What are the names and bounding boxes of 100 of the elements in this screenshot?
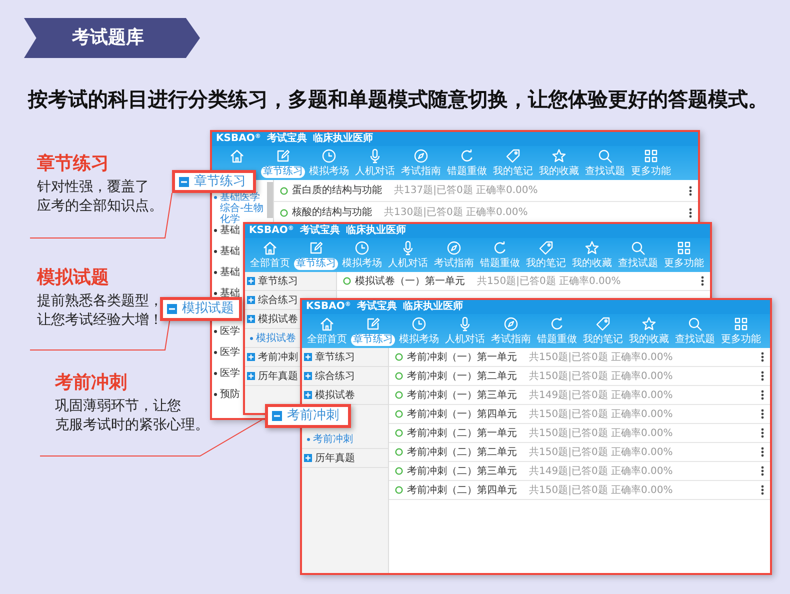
sidebar-item[interactable]: 预防	[212, 389, 240, 400]
nav-tab[interactable]: 章节练习	[294, 258, 338, 270]
sidebar-item[interactable]: 章节练习	[245, 276, 298, 286]
exam-subject: 临床执业医师	[346, 224, 406, 238]
exercise-stats: 共150题|已答0题 正确率0.00%	[529, 446, 673, 460]
nav-tab[interactable]: 我的收藏	[537, 166, 581, 178]
sidebar-item[interactable]: 基础	[212, 246, 240, 257]
exercise-title[interactable]: 考前冲刺（二）第一单元	[407, 426, 517, 440]
feature-description: 针对性强，覆盖了 应考的全部知识点。	[37, 178, 163, 216]
exercise-stats: 共150题|已答0题 正确率0.00%	[529, 350, 673, 364]
nav-tab[interactable]: 考试指南	[489, 334, 533, 346]
brand-name: KSBAO$^{®}$	[249, 224, 294, 238]
nav-tab[interactable]: 更多功能	[719, 334, 763, 346]
sidebar-item[interactable]: 考前冲刺	[302, 434, 353, 444]
sidebar-label: 基础	[220, 225, 240, 236]
sidebar-item[interactable]: 模拟试卷	[302, 390, 355, 400]
nav-tab[interactable]: 更多功能	[629, 166, 673, 178]
sidebar-item[interactable]: 考前冲刺	[245, 352, 298, 362]
nav-tab[interactable]: 考试指南	[399, 166, 443, 178]
nav-tab[interactable]: 我的收藏	[570, 258, 614, 270]
exercise-stats: 共149题|已答0题 正确率0.00%	[529, 464, 673, 478]
nav-tab[interactable]: 错题重做	[478, 258, 522, 270]
brand-name: KSBAO$^{®}$	[216, 132, 261, 146]
exercise-title[interactable]: 考前冲刺（二）第三单元	[407, 464, 517, 478]
sidebar-label: 章节练习	[258, 276, 298, 286]
nav-tab[interactable]: 章节练习	[351, 334, 395, 346]
exercise-title[interactable]: 核酸的结构与功能	[292, 205, 372, 220]
sidebar-item[interactable]: 医学	[212, 347, 240, 358]
exercise-title[interactable]: 考前冲刺（二）第二单元	[407, 444, 517, 460]
sidebar-label: 综合练习	[258, 294, 298, 306]
sidebar-label: 医学	[220, 326, 240, 337]
feature-tag-label: 章节练习	[194, 172, 246, 191]
sidebar-label: 考前冲刺	[313, 434, 353, 444]
nav-tab[interactable]: 错题重做	[535, 334, 579, 346]
brand-name: KSBAO$^{®}$	[306, 300, 351, 314]
sidebar-label: 基础	[220, 267, 240, 278]
nav-tab[interactable]: 我的笔记	[524, 258, 568, 270]
nav-tab[interactable]: 考试指南	[432, 258, 476, 270]
exercise-title[interactable]: 考前冲刺（二）第四单元	[407, 482, 517, 498]
sidebar-label: 历年真题	[315, 452, 355, 464]
exercise-stats: 共149题|已答0题 正确率0.00%	[529, 388, 673, 402]
exercise-title[interactable]: 考前冲刺（一）第四单元	[407, 406, 517, 422]
nav-tab[interactable]: 章节练习	[261, 166, 305, 178]
nav-tab[interactable]: 我的收藏	[627, 334, 671, 346]
exercise-title[interactable]: 考前冲刺（一）第一单元	[407, 350, 517, 364]
feature-title: 考前冲刺	[55, 372, 127, 394]
feature-tag-label: 考前冲刺	[287, 407, 339, 426]
exercise-stats: 共150题|已答0题 正确率0.00%	[529, 408, 673, 422]
sidebar-item[interactable]: 基础	[212, 225, 240, 236]
nav-tab[interactable]: 错题重做	[445, 166, 489, 178]
sidebar-label: 模拟试卷	[315, 390, 355, 400]
nav-tab[interactable]: 模拟考场	[340, 258, 384, 270]
app-name: 考试宝典	[356, 300, 397, 314]
exercise-title[interactable]: 模拟试卷（一）第一单元	[355, 274, 465, 288]
sidebar-label: 医学	[220, 368, 240, 379]
feature-title: 章节练习	[37, 153, 109, 175]
nav-tab[interactable]: 人机对话	[353, 166, 397, 178]
nav-tab[interactable]: 人机对话	[443, 334, 487, 346]
nav-tab[interactable]: 我的笔记	[491, 166, 535, 178]
exercise-stats: 共150题|已答0题 正确率0.00%	[477, 274, 621, 288]
feature-description: 巩固薄弱环节，让您 克服考试时的紧张心理。	[55, 397, 209, 435]
exam-subject: 临床执业医师	[312, 132, 373, 146]
exercise-stats: 共130题|已答0题 正确率0.00%	[384, 206, 528, 220]
exercise-title[interactable]: 蛋白质的结构与功能	[292, 183, 382, 198]
sidebar-label: 医学	[220, 347, 240, 358]
exercise-title[interactable]: 考前冲刺（一）第三单元	[407, 388, 517, 402]
exercise-stats: 共150题|已答0题 正确率0.00%	[529, 484, 673, 498]
sidebar-label: 历年真题	[258, 370, 298, 382]
feature-description: 提前熟悉各类题型， 让您考试经验大增！	[37, 292, 163, 330]
nav-tab[interactable]: 全部首页	[248, 258, 292, 270]
sidebar-item[interactable]: 历年真题	[245, 370, 298, 382]
sidebar-label: 基础	[220, 288, 240, 299]
sidebar-label: 模拟试卷	[256, 332, 296, 344]
sidebar-item[interactable]: 基础	[212, 267, 240, 278]
nav-tab[interactable]: 更多功能	[662, 258, 706, 270]
sidebar-item[interactable]: 历年真题	[302, 452, 355, 464]
exercise-stats: 共150题|已答0题 正确率0.00%	[529, 426, 673, 440]
sidebar-item[interactable]: 基础	[212, 288, 240, 299]
sidebar-item[interactable]: 医学	[212, 368, 240, 379]
nav-tab[interactable]: 人机对话	[386, 258, 430, 270]
nav-tab[interactable]: 模拟考场	[397, 334, 441, 346]
nav-tab[interactable]: 我的笔记	[581, 334, 625, 346]
exercise-title[interactable]: 考前冲刺（一）第二单元	[407, 368, 517, 384]
nav-tab[interactable]: 查找试题	[616, 258, 660, 270]
sidebar-item[interactable]: 医学	[212, 326, 240, 337]
sidebar-item[interactable]: 模拟试卷	[245, 314, 298, 324]
sidebar-item[interactable]: 模拟试卷	[245, 332, 296, 344]
sidebar-label: 基础	[220, 246, 240, 257]
nav-tab[interactable]: 查找试题	[583, 166, 627, 178]
sidebar-item[interactable]: 章节练习	[302, 352, 355, 362]
sidebar-label: 预防	[220, 389, 240, 400]
sidebar-item[interactable]: 综合练习	[245, 294, 298, 306]
exam-subject: 临床执业医师	[402, 300, 463, 314]
feature-title: 模拟试题	[37, 267, 109, 289]
subtitle: 按考试的科目进行分类练习，多题和单题模式随意切换，让您体验更好的答题模式。	[28, 86, 768, 113]
nav-tab[interactable]: 模拟考场	[307, 166, 351, 178]
section-banner: 考试题库	[24, 18, 200, 58]
nav-tab[interactable]: 全部首页	[305, 334, 349, 346]
nav-tab[interactable]: 查找试题	[673, 334, 717, 346]
sidebar-item[interactable]: 综合练习	[302, 370, 355, 382]
